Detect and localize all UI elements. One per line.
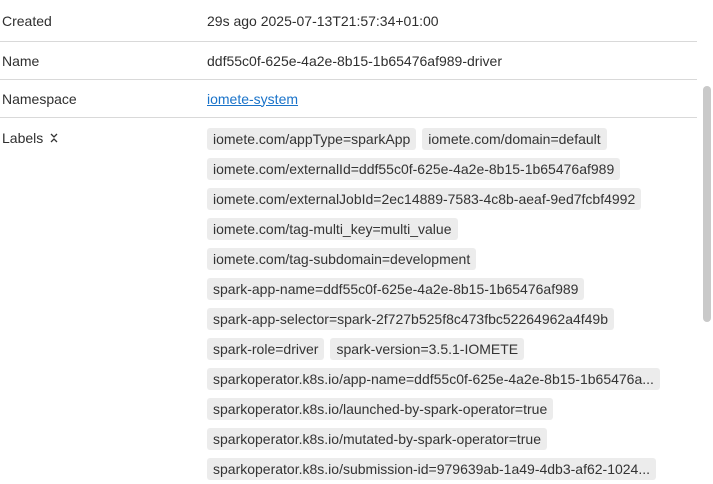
name-row: Name ddf55c0f-625e-4a2e-8b15-1b65476af98…: [0, 42, 697, 80]
label-chip: sparkoperator.k8s.io/submission-id=97963…: [207, 458, 657, 480]
label-chip: iomete.com/tag-multi_key=multi_value: [207, 218, 458, 240]
label-chip: sparkoperator.k8s.io/mutated-by-spark-op…: [207, 428, 547, 450]
label-chip: iomete.com/appType=sparkApp: [207, 128, 417, 150]
label-chip: iomete.com/domain=default: [422, 128, 607, 150]
labels-list: iomete.com/appType=sparkApp iomete.com/do…: [207, 128, 697, 480]
label-chip: spark-app-selector=spark-2f727b525f8c473…: [207, 308, 615, 330]
name-value: ddf55c0f-625e-4a2e-8b15-1b65476af989-dri…: [207, 52, 502, 69]
label-chip: spark-app-name=ddf55c0f-625e-4a2e-8b15-1…: [207, 278, 585, 300]
namespace-row: Namespace iomete-system: [0, 80, 697, 118]
namespace-label: Namespace: [2, 90, 77, 107]
created-value: 29s ago 2025-07-13T21:57:34+01:00: [207, 12, 439, 29]
labels-row: Labels iomete.com/appType=sparkApp iomete…: [0, 118, 697, 480]
created-row: Created 29s ago 2025-07-13T21:57:34+01:0…: [0, 0, 697, 42]
label-chip: iomete.com/tag-subdomain=development: [207, 248, 477, 270]
label-chip: spark-role=driver: [207, 338, 325, 360]
label-chip: spark-version=3.5.1-IOMETE: [330, 338, 525, 360]
labels-label: Labels: [2, 130, 44, 146]
namespace-link[interactable]: iomete-system: [207, 91, 298, 107]
object-details: Created 29s ago 2025-07-13T21:57:34+01:0…: [0, 0, 697, 480]
label-chip: iomete.com/externalJobId=2ec14889-7583-4…: [207, 188, 642, 210]
sort-icon[interactable]: [49, 130, 59, 144]
label-chip: sparkoperator.k8s.io/app-name=ddf55c0f-6…: [207, 368, 660, 390]
labels-header: Labels: [0, 128, 207, 480]
label-chip: iomete.com/externalId=ddf55c0f-625e-4a2e…: [207, 158, 621, 180]
scrollbar-thumb[interactable]: [703, 86, 711, 322]
created-label: Created: [2, 12, 52, 29]
name-label: Name: [2, 52, 40, 69]
label-chip: sparkoperator.k8s.io/launched-by-spark-o…: [207, 398, 554, 420]
